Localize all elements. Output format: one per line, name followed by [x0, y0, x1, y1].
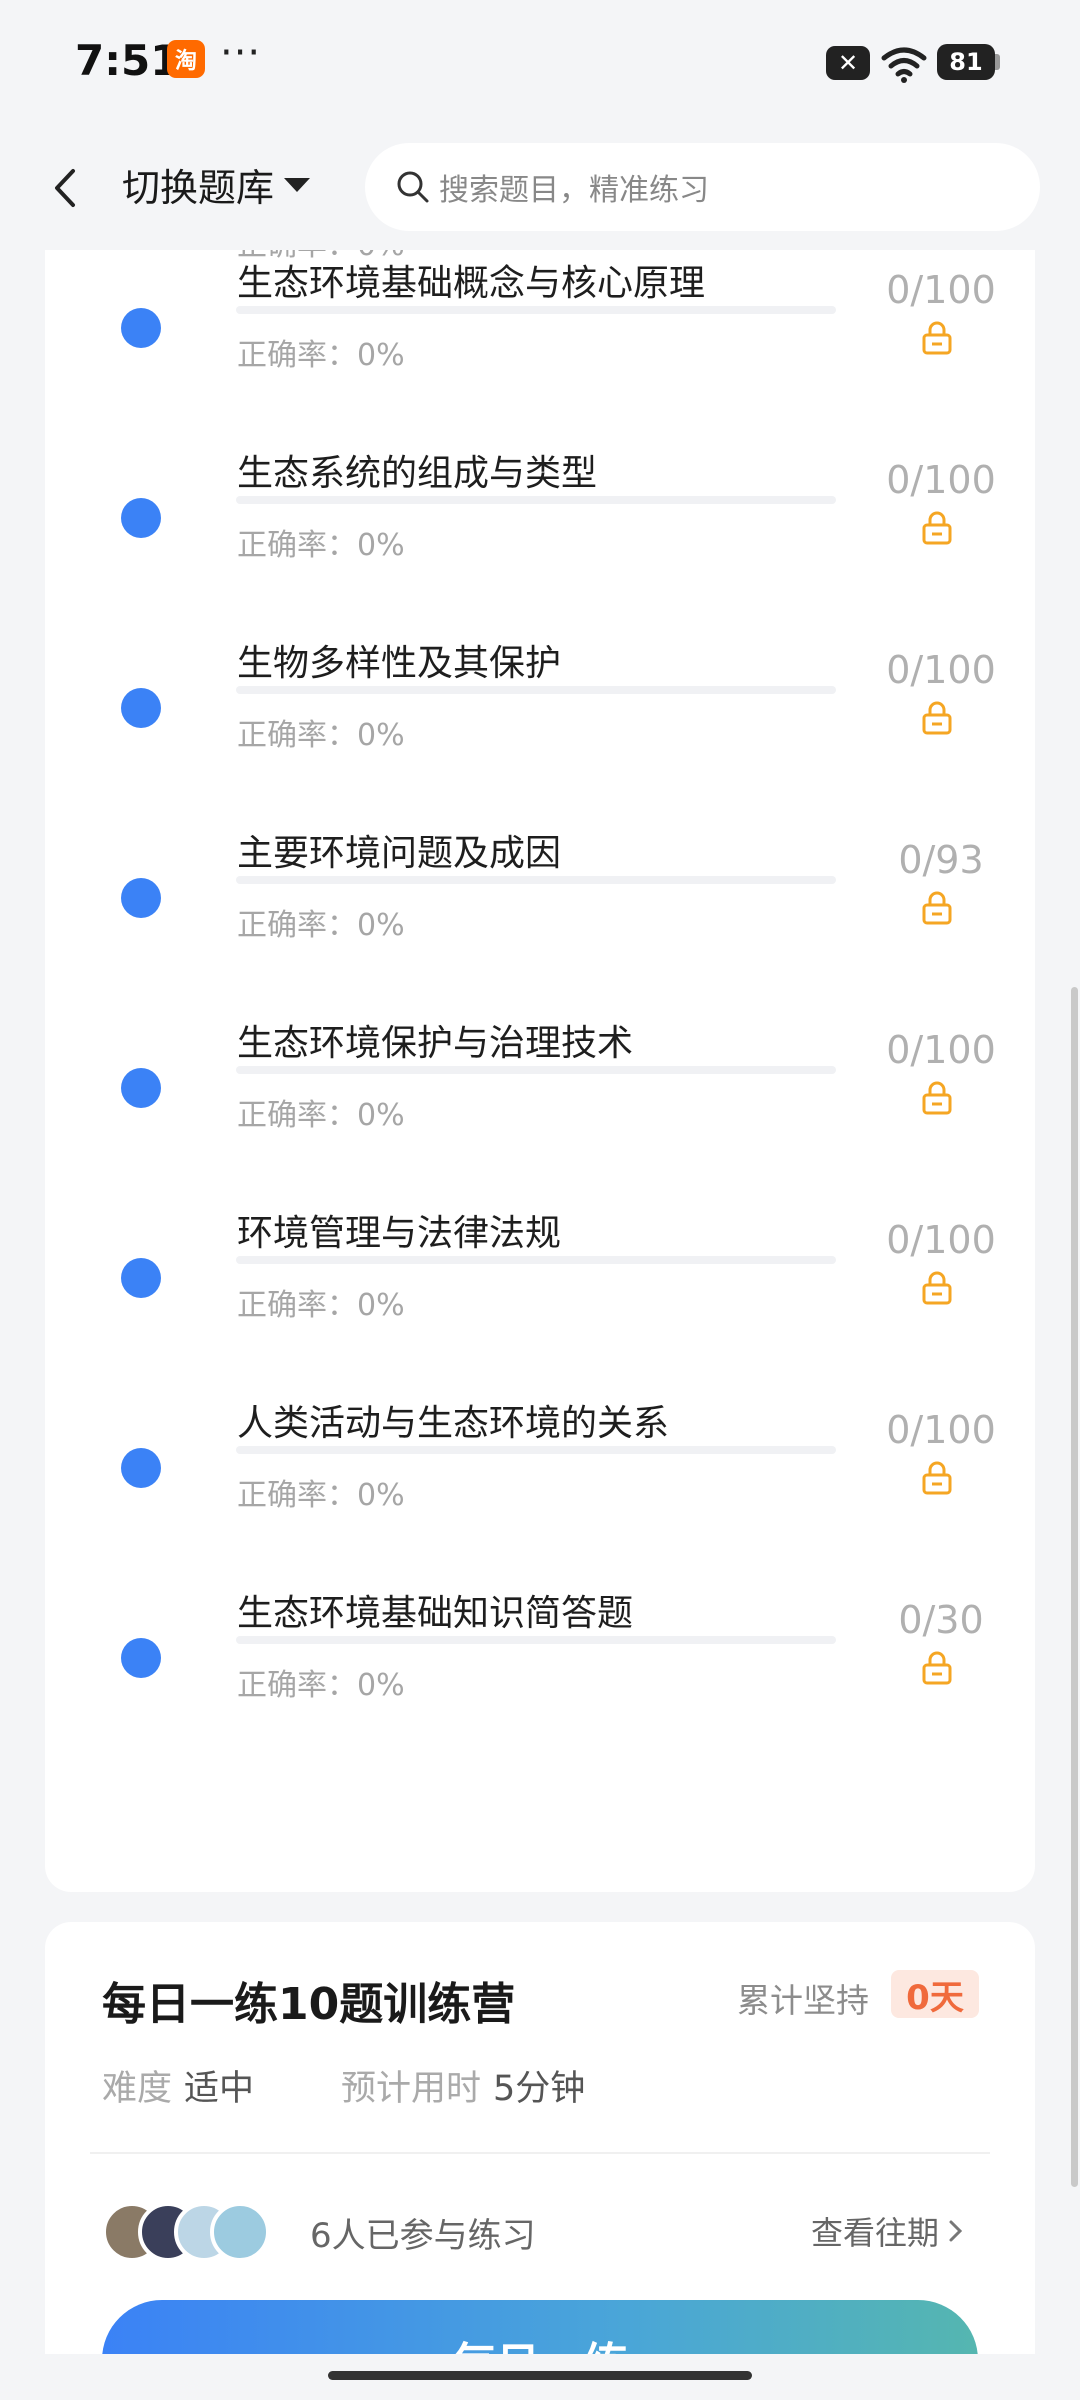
- chapter-progress-bar: [236, 1066, 836, 1074]
- top-navigation-bar: 切换题库 搜索题目，精准练习: [0, 125, 1080, 250]
- participants-count: 6人已参与练习: [310, 2216, 536, 2256]
- chapter-title: 人类活动与生态环境的关系: [237, 1403, 670, 1444]
- chapter-row[interactable]: 环境管理与法律法规 正确率：0% 0/100: [45, 1204, 1035, 1394]
- chapter-title: 生态系统的组成与类型: [237, 453, 598, 494]
- chapter-title: 生物多样性及其保护: [237, 643, 562, 684]
- chapter-count: 0/100: [886, 648, 996, 692]
- caret-down-icon: [284, 177, 311, 192]
- time-label: 预计用时: [341, 2069, 482, 2109]
- chapter-count: 0/100: [886, 1408, 996, 1452]
- lock-icon: [922, 891, 952, 925]
- search-icon: [397, 171, 429, 203]
- chapter-dot-icon: [121, 878, 161, 918]
- chapter-dot-icon: [121, 1638, 161, 1678]
- daily-practice-title: 每日一练10题训练营: [102, 1979, 516, 2030]
- chapter-title: 生态环境基础知识简答题: [237, 1593, 634, 1634]
- participant-avatars: [102, 2202, 282, 2262]
- chapter-title: 生态环境基础概念与核心原理: [237, 263, 706, 304]
- scrollbar[interactable]: [1071, 987, 1078, 2187]
- home-indicator[interactable]: [328, 2371, 752, 2380]
- chapter-progress-bar: [236, 306, 836, 314]
- chapter-accuracy: 正确率：0%: [237, 1098, 405, 1133]
- chapter-dot-icon: [121, 1448, 161, 1488]
- difficulty-meta: 难度 适中: [102, 2060, 254, 2111]
- chapter-count: 0/100: [886, 1028, 996, 1072]
- chapter-row[interactable]: 生态系统的组成与类型 正确率：0% 0/100: [45, 444, 1035, 634]
- chapter-accuracy: 正确率：0%: [237, 1288, 405, 1323]
- divider: [90, 2152, 990, 2154]
- difficulty-value: 适中: [184, 2069, 255, 2109]
- chapter-accuracy: 正确率：0%: [237, 1478, 405, 1513]
- chapter-accuracy: 正确率：0%: [237, 338, 405, 373]
- chapter-title: 主要环境问题及成因: [237, 833, 562, 874]
- chapter-title: 环境管理与法律法规: [237, 1213, 562, 1254]
- chapter-dot-icon: [121, 498, 161, 538]
- lock-icon: [922, 1461, 952, 1495]
- chapter-progress-bar: [236, 1256, 836, 1264]
- chapter-row[interactable]: 主要环境问题及成因 正确率：0% 0/93: [45, 824, 1035, 1014]
- chevron-right-icon: [949, 2220, 963, 2242]
- time-value: 5分钟: [493, 2069, 586, 2109]
- chapter-accuracy: 正确率：0%: [237, 908, 405, 943]
- search-input[interactable]: 搜索题目，精准练习: [365, 143, 1040, 231]
- chapter-row[interactable]: 生物多样性及其保护 正确率：0% 0/100: [45, 634, 1035, 824]
- chapter-accuracy: 正确率：0%: [237, 1668, 405, 1703]
- lock-icon: [922, 701, 952, 735]
- chapter-dot-icon: [121, 1068, 161, 1108]
- difficulty-label: 难度: [102, 2069, 173, 2109]
- view-history-label: 查看往期: [811, 2214, 940, 2252]
- chapter-progress-bar: [236, 876, 836, 884]
- lock-icon: [922, 1271, 952, 1305]
- lock-icon: [922, 1081, 952, 1115]
- chapter-dot-icon: [121, 308, 161, 348]
- avatar: [210, 2202, 270, 2262]
- chapter-count: 0/100: [886, 268, 996, 312]
- search-placeholder: 搜索题目，精准练习: [439, 173, 709, 208]
- chapter-row[interactable]: 人类活动与生态环境的关系 正确率：0% 0/100: [45, 1394, 1035, 1584]
- chapter-accuracy: 正确率：0%: [237, 718, 405, 753]
- lock-icon: [922, 1651, 952, 1685]
- daily-practice-card: 每日一练10题训练营 累计坚持 0天 难度 适中 预计用时 5分钟 6人已参与练习 …: [45, 1922, 1035, 2400]
- chapter-progress-bar: [236, 496, 836, 504]
- chapter-dot-icon: [121, 1258, 161, 1298]
- chapter-count: 0/100: [886, 458, 996, 502]
- chapter-dot-icon: [121, 688, 161, 728]
- chapter-row[interactable]: 生态环境保护与治理技术 正确率：0% 0/100: [45, 1014, 1035, 1204]
- chapter-progress-bar: [236, 1636, 836, 1644]
- chapter-row[interactable]: 生态环境基础概念与核心原理 正确率：0% 0/100: [45, 254, 1035, 444]
- streak-badge: 0天: [891, 1970, 979, 2018]
- chapter-accuracy: 正确率：0%: [237, 528, 405, 563]
- back-arrow-icon[interactable]: [45, 163, 85, 213]
- chapter-progress-bar: [236, 686, 836, 694]
- lock-icon: [922, 321, 952, 355]
- switch-question-bank-button[interactable]: 切换题库: [122, 157, 311, 212]
- time-meta: 预计用时 5分钟: [341, 2060, 585, 2111]
- chapter-count: 0/30: [898, 1598, 984, 1642]
- chapter-progress-bar: [236, 1446, 836, 1454]
- chapter-count: 0/100: [886, 1218, 996, 1262]
- chapter-list-card: 正确率：0% 生态环境基础概念与核心原理 正确率：0% 0/100 生态系统的组…: [45, 180, 1035, 1892]
- lock-icon: [922, 511, 952, 545]
- chapter-row[interactable]: 生态环境基础知识简答题 正确率：0% 0/30: [45, 1584, 1035, 1774]
- view-history-link[interactable]: 查看往期: [811, 2208, 967, 2254]
- switch-question-bank-label: 切换题库: [122, 166, 275, 210]
- streak-label: 累计坚持: [737, 1981, 869, 2020]
- chapter-count: 0/93: [898, 838, 984, 882]
- chapter-title: 生态环境保护与治理技术: [237, 1023, 634, 1064]
